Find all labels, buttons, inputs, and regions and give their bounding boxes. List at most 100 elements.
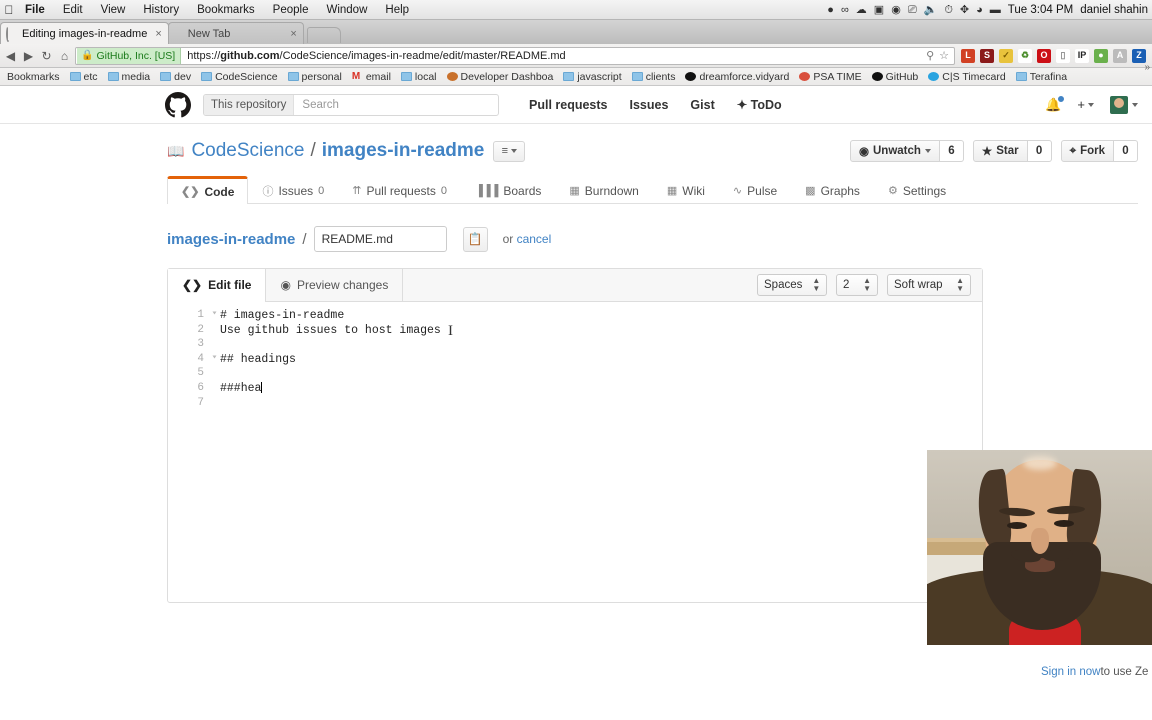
fork-button[interactable]: ⌖ Fork [1060, 140, 1114, 162]
resize-icon[interactable]: ✥ [960, 0, 969, 20]
bookmarks-overflow-icon[interactable]: » [1144, 62, 1150, 73]
tab-pull-requests[interactable]: ⇈ Pull requests 0 [338, 176, 461, 204]
repo-list-button[interactable]: ≡ [493, 140, 526, 162]
tab-wiki[interactable]: ▦ Wiki [653, 176, 719, 204]
nav-pull-requests[interactable]: Pull requests [529, 98, 608, 112]
webcam-video-overlay[interactable] [927, 450, 1152, 645]
home-icon[interactable]: ⌂ [57, 49, 72, 63]
avatar[interactable] [1110, 95, 1138, 114]
tab-graphs[interactable]: ▩ Graphs [791, 176, 874, 204]
address-bar[interactable]: 🔒 GitHub, Inc. [US] https://github.com/C… [75, 46, 955, 65]
magnifier-icon[interactable]: ⚲ [926, 49, 934, 62]
bookmark-item-email[interactable]: Memail [347, 71, 396, 83]
lastpass-ext-icon[interactable]: L [961, 48, 975, 63]
airplay-icon[interactable]: ⎚ [908, 0, 917, 20]
bookmark-item-github[interactable]: GitHub [867, 71, 924, 83]
zenhub-ext-icon[interactable]: Z [1132, 48, 1146, 63]
breadcrumb-repo-link[interactable]: images-in-readme [167, 231, 295, 248]
infinity-icon[interactable]: ∞ [841, 0, 849, 20]
tab-pulse[interactable]: ∿ Pulse [719, 176, 791, 204]
menu-item-bookmarks[interactable]: Bookmarks [188, 0, 264, 20]
watch-count[interactable]: 6 [939, 140, 964, 162]
close-icon[interactable]: × [290, 28, 296, 40]
filename-input[interactable]: README.md [313, 226, 447, 252]
cloud-icon[interactable]: ☁ [856, 0, 867, 20]
menu-item-help[interactable]: Help [376, 0, 418, 20]
fork-count[interactable]: 0 [1114, 140, 1138, 162]
tab-code[interactable]: ❮❯ Code [167, 176, 249, 204]
nav-gist[interactable]: Gist [690, 98, 714, 112]
forward-icon[interactable]: ▶ [21, 49, 36, 63]
nav-todo[interactable]: ✦ ToDo [737, 97, 782, 112]
editor-tab-preview-changes[interactable]: ◉ Preview changes [266, 269, 404, 301]
screencast-ext-icon[interactable]: ▯ [1056, 48, 1070, 63]
menu-item-view[interactable]: View [92, 0, 135, 20]
ip-ext-icon[interactable]: IP [1075, 48, 1089, 63]
repo-name-link[interactable]: images-in-readme [322, 140, 485, 162]
recycle-ext-icon[interactable]: ♻ [1018, 48, 1032, 63]
code-text[interactable]: # images-in-readme Use github issues to … [211, 302, 982, 602]
bookmark-item-clients[interactable]: clients [627, 71, 681, 83]
menu-item-people[interactable]: People [264, 0, 318, 20]
star-button[interactable]: ★ Star [972, 140, 1028, 162]
search-scope-label[interactable]: This repository [204, 94, 295, 115]
tab-burndown[interactable]: ▦ Burndown [555, 176, 652, 204]
reload-icon[interactable]: ↻ [39, 49, 54, 63]
sign-in-link[interactable]: Sign in now [1041, 666, 1100, 678]
menu-item-file[interactable]: File [16, 0, 54, 20]
github-search[interactable]: This repository Search [203, 93, 499, 116]
bookmark-item-media[interactable]: media [103, 71, 156, 83]
highlight-ext-icon[interactable]: ✓ [999, 48, 1013, 63]
menubar-username[interactable]: daniel shahin [1080, 4, 1148, 16]
balloon-ext-icon[interactable]: ● [1094, 48, 1108, 63]
browser-tab-active[interactable]: Editing images-in-readme × [0, 22, 169, 44]
menu-item-history[interactable]: History [134, 0, 188, 20]
indent-size-select[interactable]: 2 ▲ ▼ [836, 274, 878, 296]
wifi-icon[interactable]: ◕ [976, 0, 983, 20]
editor-tab-edit-file[interactable]: ❮❯ Edit file [168, 269, 267, 302]
star-icon[interactable]: ☆ [939, 49, 949, 62]
tab-issues[interactable]: ⓘ Issues 0 [248, 176, 338, 204]
back-icon[interactable]: ◀ [3, 49, 18, 63]
apple-logo-icon[interactable]:  [2, 3, 16, 17]
bookmark-item-developer-dashboard[interactable]: Developer Dashboa [442, 71, 559, 83]
flag-icon[interactable]: ▬ [990, 0, 1001, 20]
new-tab-button[interactable] [306, 27, 341, 43]
close-icon[interactable]: × [155, 28, 161, 40]
plus-icon[interactable]: + [1077, 97, 1094, 112]
menu-item-window[interactable]: Window [317, 0, 376, 20]
bookmark-item-cs-timecard[interactable]: C|S Timecard [923, 71, 1010, 83]
opera-ext-icon[interactable]: O [1037, 48, 1051, 63]
search-input[interactable]: Search [294, 99, 338, 111]
browser-tab-new-tab[interactable]: New Tab × [167, 22, 304, 44]
unwatch-button[interactable]: ◉ Unwatch [849, 140, 940, 162]
copy-path-icon[interactable]: 📋 [462, 226, 488, 252]
bookmark-item-psa-time[interactable]: PSA TIME [794, 71, 866, 83]
bookmark-item-codescience[interactable]: CodeScience [196, 71, 282, 83]
notification-bell-icon[interactable]: 🔔 [1045, 94, 1066, 113]
menu-item-edit[interactable]: Edit [54, 0, 92, 20]
volume-icon[interactable]: 🔈 [924, 0, 938, 20]
github-mark-icon[interactable] [165, 91, 191, 118]
bookmark-item-dreamforce-vidyard[interactable]: dreamforce.vidyard [680, 71, 794, 83]
angular-ext-icon[interactable]: A [1113, 48, 1127, 63]
dropbox-icon[interactable]: ● [827, 0, 834, 20]
tab-settings[interactable]: ⚙ Settings [874, 176, 960, 204]
wrap-mode-select[interactable]: Soft wrap ▲ ▼ [887, 274, 971, 296]
code-editor-area[interactable]: 1 2 3 4 5 6 7 # images-in-readme Use git… [168, 302, 982, 602]
star-count[interactable]: 0 [1027, 140, 1052, 162]
indent-mode-select[interactable]: Spaces ▲ ▼ [757, 274, 827, 296]
bookmark-item-javascript[interactable]: javascript [558, 71, 626, 83]
repo-owner-link[interactable]: CodeScience [191, 140, 304, 162]
screen-record-icon[interactable]: ▣ [874, 0, 884, 20]
ssl-badge[interactable]: 🔒 GitHub, Inc. [US] [77, 47, 182, 64]
bookmark-item-etc[interactable]: etc [65, 71, 103, 83]
sfdc-ext-icon[interactable]: S [980, 48, 994, 63]
bookmark-item-terafina[interactable]: Terafina [1011, 71, 1072, 83]
menubar-clock[interactable]: Tue 3:04 PM [1008, 4, 1073, 16]
cancel-link[interactable]: cancel [517, 232, 552, 246]
bookmark-item-personal[interactable]: personal [283, 71, 347, 83]
bookmark-item-local[interactable]: local [396, 71, 442, 83]
nav-issues[interactable]: Issues [630, 98, 669, 112]
clock-icon[interactable]: ⏱ [944, 0, 953, 20]
